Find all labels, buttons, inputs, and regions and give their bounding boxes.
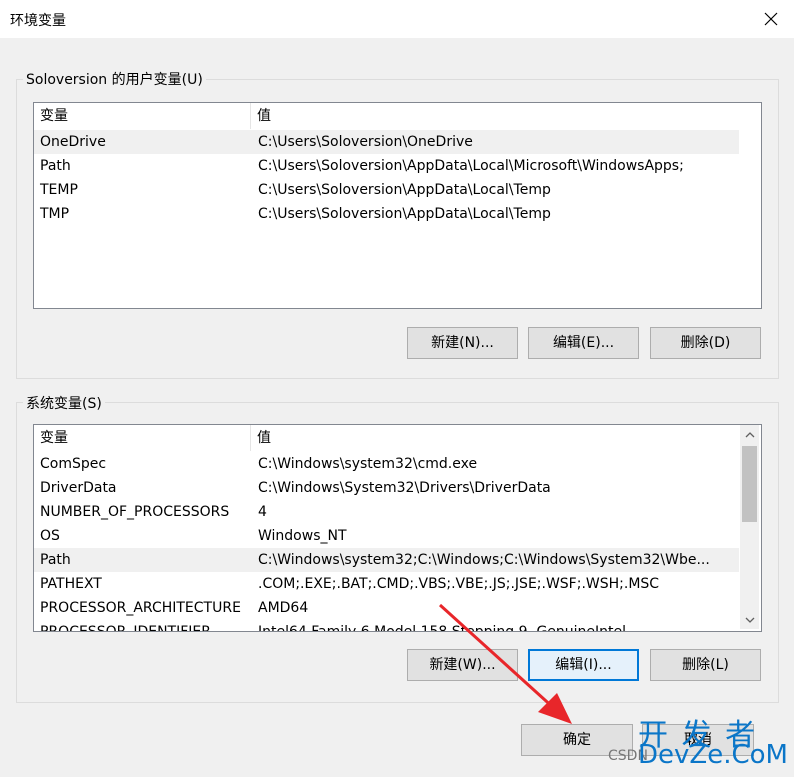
annotation-arrow-icon bbox=[438, 603, 572, 724]
watermark: 开 发 者 CSDN DevZe.CoM bbox=[608, 710, 794, 777]
watermark-line2: DevZe.CoM bbox=[638, 740, 788, 770]
